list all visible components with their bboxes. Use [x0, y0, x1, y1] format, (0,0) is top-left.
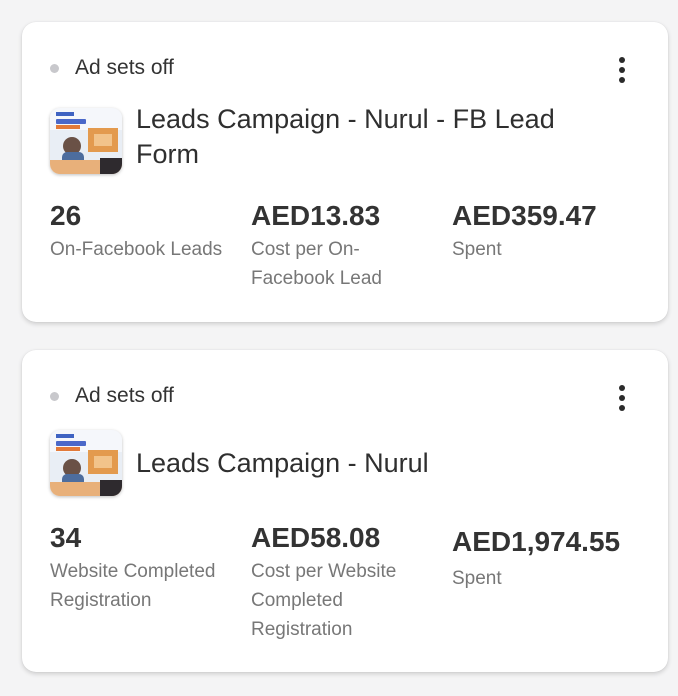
- metric-label: Spent: [452, 239, 502, 260]
- metric-results: 34 Website Completed Registration: [50, 521, 235, 615]
- more-options-icon[interactable]: [612, 56, 632, 84]
- ad-creative-thumbnail: [50, 108, 122, 174]
- ad-creative-thumbnail: [50, 430, 122, 496]
- status-label: Ad sets off: [75, 384, 174, 407]
- metric-value: AED1,974.55: [452, 526, 621, 557]
- status-dot-icon: [50, 63, 59, 73]
- campaign-card[interactable]: Ad sets off Leads Campaign - Nurul - FB …: [22, 22, 668, 322]
- campaign-list: Ad sets off Leads Campaign - Nurul - FB …: [0, 0, 678, 696]
- status-label: Ad sets off: [75, 56, 174, 79]
- metric-results: 26 On-Facebook Leads: [50, 199, 235, 264]
- metric-value: 26: [50, 200, 82, 231]
- metric-label: Spent: [452, 568, 502, 589]
- metric-label: Website Completed Registration: [50, 561, 216, 611]
- metric-spent: AED1,974.55 Spent: [452, 521, 648, 593]
- metric-cost-per-result: AED13.83 Cost per On-Facebook Lead: [251, 199, 441, 293]
- metric-label: Cost per On-Facebook Lead: [251, 239, 382, 289]
- metric-value: AED13.83: [251, 200, 381, 231]
- metric-label: On-Facebook Leads: [50, 239, 223, 260]
- campaign-status: Ad sets off: [50, 384, 174, 408]
- metric-cost-per-result: AED58.08 Cost per Website Completed Regi…: [251, 521, 441, 644]
- campaign-status: Ad sets off: [50, 56, 174, 80]
- more-options-icon[interactable]: [612, 384, 632, 412]
- campaign-card[interactable]: Ad sets off Leads Campaign - Nurul 34 We…: [22, 350, 668, 672]
- metric-value: AED58.08: [251, 522, 381, 553]
- metric-label: Cost per Website Completed Registration: [251, 561, 397, 640]
- metric-spent: AED359.47 Spent: [452, 199, 648, 264]
- status-dot-icon: [50, 391, 59, 401]
- metric-value: 34: [50, 522, 82, 553]
- campaign-name[interactable]: Leads Campaign - Nurul: [136, 446, 606, 481]
- campaign-name[interactable]: Leads Campaign - Nurul - FB Lead Form: [136, 102, 606, 172]
- metric-value: AED359.47: [452, 200, 597, 231]
